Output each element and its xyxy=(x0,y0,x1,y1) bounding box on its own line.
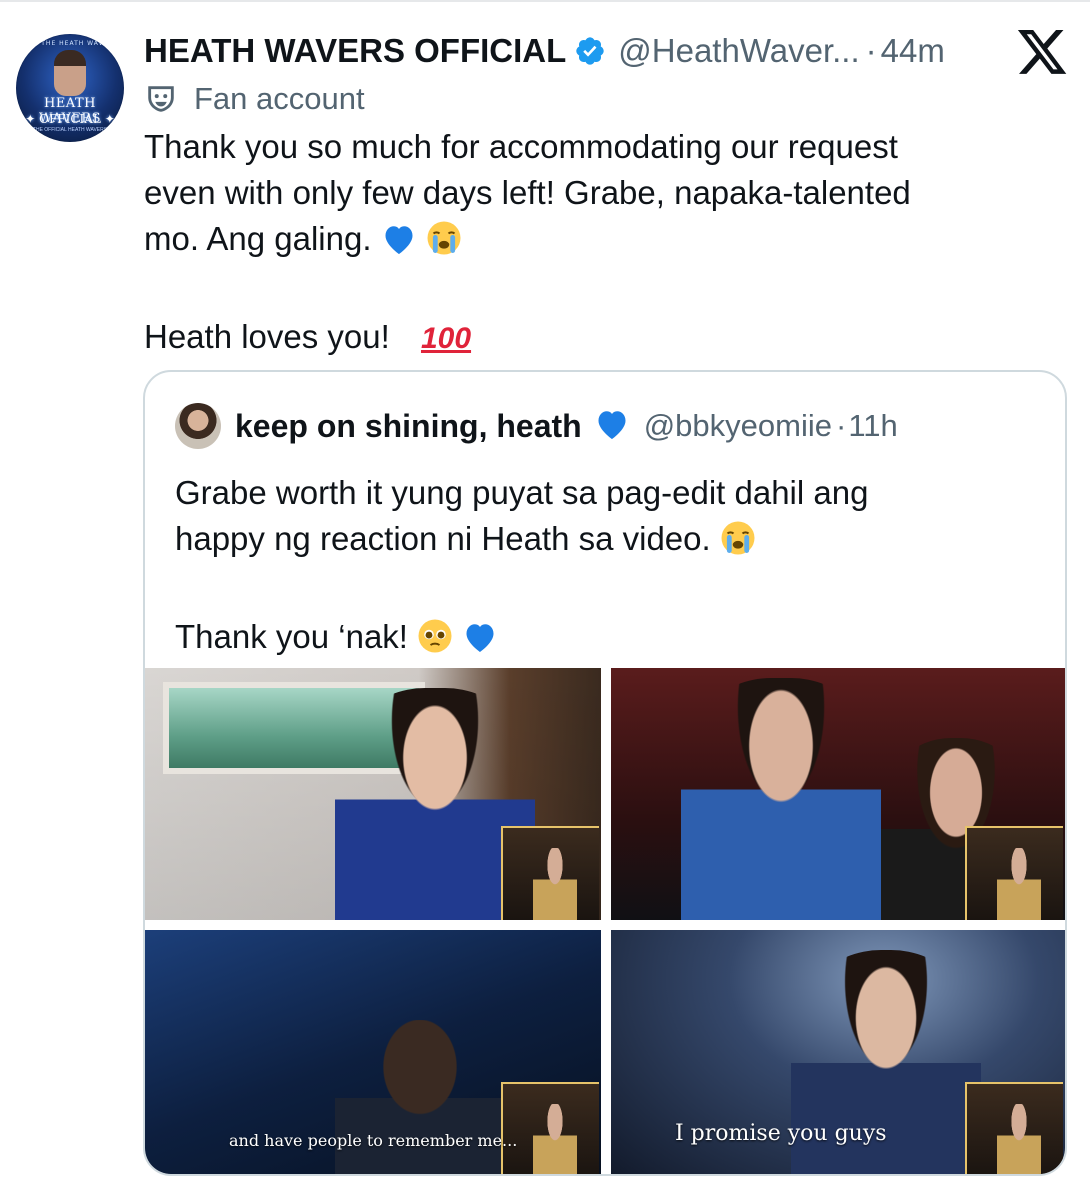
inset-person xyxy=(997,1104,1041,1174)
tweet-text-line: Heath loves you! 100 xyxy=(144,314,1044,362)
blue-heart-emoji xyxy=(381,222,417,268)
quoted-tweet-timestamp[interactable]: 11h xyxy=(848,408,897,444)
blue-heart-emoji xyxy=(594,407,630,446)
avatar-ring-text: JOIN THE HEATH WAVERS xyxy=(21,40,119,47)
separator-dot: · xyxy=(865,32,877,69)
tweet-text-line: Thank you so much for accommodating our … xyxy=(144,128,898,165)
avatar-subtitle-text: ✦ OFFICIAL ✦ xyxy=(25,112,115,126)
media-image-1[interactable] xyxy=(145,668,601,920)
quoted-tweet-text: Grabe worth it yung puyat sa pag-edit da… xyxy=(175,470,1035,666)
tweet-text: Thank you so much for accommodating our … xyxy=(144,124,1044,362)
inset-person xyxy=(533,848,577,920)
author-handle[interactable]: @HeathWaver... xyxy=(618,32,859,70)
quoted-text-line: Thank you ‘nak! xyxy=(175,614,1035,666)
tweet-header: HEATH WAVERS OFFICIAL @HeathWaver... · 4… xyxy=(144,28,945,74)
video-caption: I promise you guys xyxy=(675,1121,887,1146)
tweet-text-line: mo. Ang galing. xyxy=(144,216,1044,268)
quoted-tweet-header: keep on shining, heath @bbkyeomiie · 11h xyxy=(175,402,898,450)
top-divider xyxy=(0,0,1090,2)
loudly-crying-face-emoji xyxy=(720,520,756,568)
avatar-face xyxy=(54,50,86,96)
theater-mask-icon xyxy=(148,86,174,112)
person-figure xyxy=(335,1020,505,1174)
media-grid: and have people to remember me... I prom… xyxy=(145,668,1065,1174)
pleading-face-emoji xyxy=(417,618,453,666)
quoted-tweet-card[interactable]: keep on shining, heath @bbkyeomiie · 11h… xyxy=(143,370,1067,1176)
inset-thumbnail xyxy=(501,1082,599,1174)
loudly-crying-face-emoji xyxy=(426,220,462,268)
inset-person xyxy=(533,1104,577,1174)
blue-heart-emoji xyxy=(462,620,498,666)
quoted-text-segment: Thank you ‘nak! xyxy=(175,618,408,655)
tweet-timestamp[interactable]: 44m xyxy=(881,32,945,70)
inset-thumbnail xyxy=(965,826,1063,920)
tweet-text-segment: Heath loves you! xyxy=(144,318,390,355)
quoted-author-display-name[interactable]: keep on shining, heath xyxy=(235,408,582,445)
account-label[interactable]: Fan account xyxy=(144,78,365,120)
media-image-3[interactable]: and have people to remember me... xyxy=(145,930,601,1174)
inset-person xyxy=(997,848,1041,920)
label-text: Fan account xyxy=(194,81,365,116)
media-image-4[interactable]: I promise you guys xyxy=(611,930,1065,1174)
author-avatar[interactable]: JOIN THE HEATH WAVERS HEATH WAVERS ✦ OFF… xyxy=(16,34,124,142)
separator-dot: · xyxy=(835,408,847,443)
quoted-text-segment: happy ng reaction ni Heath sa video. xyxy=(175,520,711,557)
hundred-points-emoji: 100 xyxy=(420,322,472,355)
verified-badge-icon xyxy=(576,37,604,65)
tweet-text-line: even with only few days left! Grabe, nap… xyxy=(144,174,911,211)
quoted-author-handle[interactable]: @bbkyeomiie xyxy=(644,408,832,444)
x-logo-icon[interactable] xyxy=(1016,30,1070,76)
inset-thumbnail xyxy=(501,826,599,920)
person-figure xyxy=(681,678,881,920)
quoted-text-line: happy ng reaction ni Heath sa video. xyxy=(175,516,1035,568)
author-display-name[interactable]: HEATH WAVERS OFFICIAL xyxy=(144,32,566,70)
quoted-text-line: Grabe worth it yung puyat sa pag-edit da… xyxy=(175,474,869,511)
video-caption: and have people to remember me... xyxy=(229,1131,518,1150)
inset-thumbnail xyxy=(965,1082,1063,1174)
quoted-author-avatar[interactable] xyxy=(175,403,221,449)
media-image-2[interactable] xyxy=(611,668,1065,920)
avatar-small-text: THE OFFICIAL HEATH WAVERS xyxy=(32,127,108,133)
tweet-text-segment: mo. Ang galing. xyxy=(144,220,372,257)
